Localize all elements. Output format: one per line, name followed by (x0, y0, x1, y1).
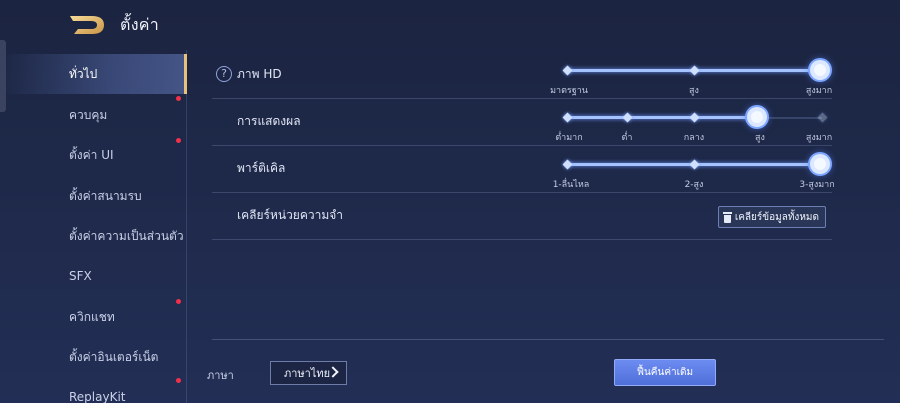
sidebar-item-internet[interactable]: ตั้งค่าอินเตอร์เน็ต (0, 337, 187, 377)
notification-dot (176, 96, 181, 101)
slider-knob[interactable] (747, 107, 767, 127)
slider-option-label: ต่ำมาก (555, 133, 583, 143)
display-slider[interactable]: ต่ำมาก ต่ำ กลาง สูง สูงมาก (555, 99, 832, 146)
header: ตั้งค่า (0, 0, 900, 50)
slider-knob[interactable] (810, 60, 830, 80)
sidebar-item-controls[interactable]: ควบคุม (0, 95, 187, 135)
sidebar-item-replaykit[interactable]: ReplayKit (0, 377, 187, 403)
slider-option-label: สูงมาก (805, 133, 833, 143)
slider-option-label: ต่ำ (621, 133, 633, 143)
setting-row-memory: เคลียร์หน่วยความจำ เคลียร์ข้อมูลทั้งหมด (212, 193, 832, 240)
slider-tick[interactable] (689, 112, 699, 123)
setting-row-display: การแสดงผล ต่ำมาก ต่ำ กลาง สูง สูงมาก (212, 99, 832, 146)
setting-label: พาร์ติเคิล (237, 161, 286, 175)
slider-tick[interactable] (689, 65, 699, 76)
slider-tick[interactable] (562, 159, 572, 170)
sidebar-item-label: SFX (69, 269, 92, 283)
sidebar-item-privacy[interactable]: ตั้งค่าความเป็นส่วนตัว (0, 216, 187, 256)
slider-option-label: สูง (755, 133, 765, 143)
slider-knob[interactable] (810, 154, 830, 174)
notification-dot (176, 138, 181, 143)
slider-tick[interactable] (562, 112, 572, 123)
back-arrow-icon[interactable] (68, 12, 106, 36)
sidebar-item-ui-settings[interactable]: ตั้งค่า UI (0, 135, 187, 175)
help-icon[interactable]: ? (216, 66, 232, 82)
slider-tick[interactable] (689, 159, 699, 170)
slider-option-label: 1-ลื่นไหล (552, 180, 590, 190)
slider-fill (567, 116, 757, 119)
reset-defaults-button[interactable]: ฟื้นคืนค่าเดิม (614, 359, 716, 386)
clear-button-label: เคลียร์ข้อมูลทั้งหมด (734, 211, 819, 223)
sidebar-item-battlefield[interactable]: ตั้งค่าสนามรบ (0, 176, 187, 216)
slider-option-label: 3-สูงมาก (799, 180, 835, 190)
graphics-slider[interactable]: มาตรฐาน สูง สูงมาก (550, 52, 832, 99)
clear-all-data-button[interactable]: เคลียร์ข้อมูลทั้งหมด (717, 206, 826, 228)
particles-slider[interactable]: 1-ลื่นไหล 2-สูง 3-สูงมาก (553, 146, 835, 193)
setting-label: ภาพ HD (237, 67, 282, 81)
slider-option-label: สูงมาก (805, 86, 833, 96)
slider-option-label: มาตรฐาน (550, 86, 588, 96)
slider-tick[interactable] (622, 112, 632, 123)
trash-icon (722, 211, 732, 223)
reset-button-label: ฟื้นคืนค่าเดิม (636, 367, 694, 378)
page-title: ตั้งค่า (120, 15, 160, 34)
sidebar-item-sfx[interactable]: SFX (0, 256, 187, 296)
sidebar-item-label: ควิกแชท (69, 309, 115, 324)
language-value: ภาษาไทย (284, 367, 331, 380)
setting-row-particles: พาร์ติเคิล 1-ลื่นไหล 2-สูง 3-สูงมาก (212, 146, 835, 193)
sidebar-item-label: ReplayKit (69, 390, 126, 403)
divider (212, 339, 884, 340)
sidebar-item-label: ทั่วไป (69, 66, 98, 81)
language-label: ภาษา (207, 369, 234, 382)
slider-option-label: กลาง (683, 133, 705, 143)
sidebar-item-general[interactable]: ทั่วไป (0, 54, 187, 94)
sidebar-item-label: ตั้งค่าอินเตอร์เน็ต (69, 349, 159, 364)
setting-row-graphics: ? ภาพ HD มาตรฐาน สูง สูงมาก (212, 52, 832, 99)
sidebar: ทั่วไป ควบคุม ตั้งค่า UI ตั้งค่าสนามรบ ต… (0, 50, 187, 403)
slider-tick[interactable] (817, 112, 827, 123)
slider-tick[interactable] (562, 65, 572, 76)
sidebar-item-label: ควบคุม (69, 107, 108, 122)
notification-dot (176, 299, 181, 304)
sidebar-item-label: ตั้งค่า UI (69, 147, 114, 162)
slider-option-label: 2-สูง (684, 180, 704, 190)
sidebar-item-label: ตั้งค่าความเป็นส่วนตัว (69, 228, 184, 243)
sidebar-item-label: ตั้งค่าสนามรบ (69, 188, 142, 203)
setting-label: เคลียร์หน่วยความจำ (237, 208, 344, 222)
sidebar-item-quick-chat[interactable]: ควิกแชท (0, 297, 187, 337)
language-selector[interactable]: ภาษาไทย (270, 361, 347, 385)
notification-dot (176, 378, 181, 383)
slider-option-label: สูง (689, 86, 699, 96)
setting-label: การแสดงผล (237, 114, 301, 128)
